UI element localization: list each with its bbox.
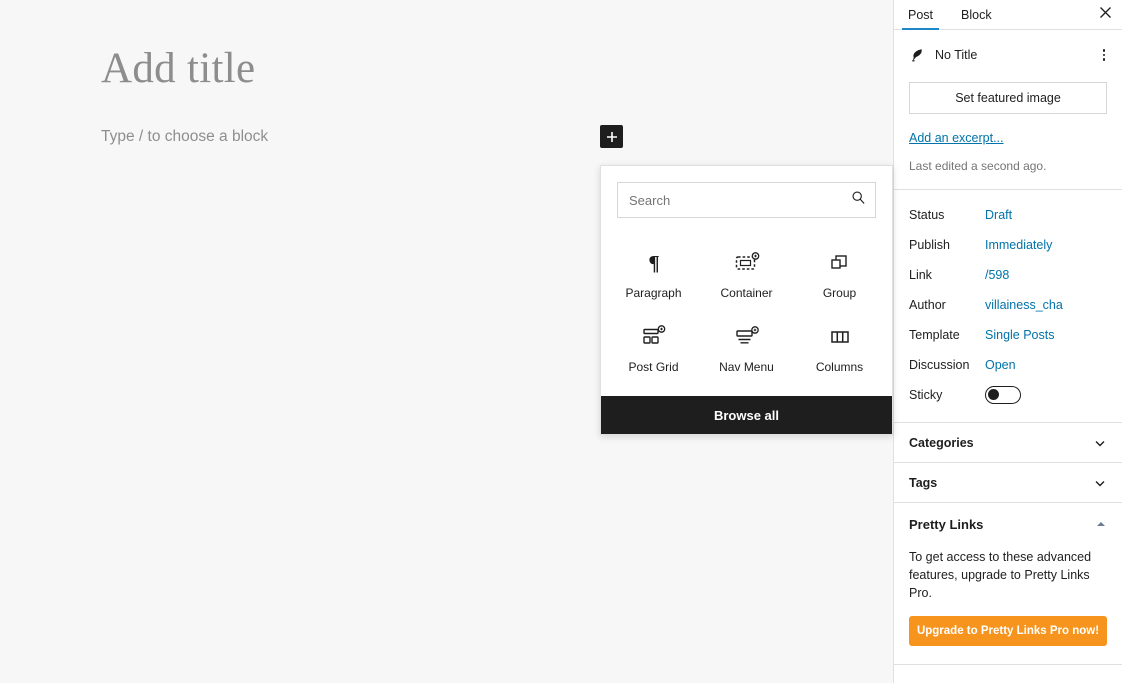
- add-excerpt-link[interactable]: Add an excerpt...: [909, 131, 1004, 145]
- meta-row-discussion: Discussion Open: [909, 350, 1107, 380]
- close-icon: [1099, 6, 1112, 24]
- post-meta-list: Status Draft Publish Immediately Link /5…: [894, 190, 1122, 423]
- block-inserter-button[interactable]: [600, 125, 623, 148]
- tab-post-label: Post: [908, 7, 934, 22]
- upgrade-pretty-links-button[interactable]: Upgrade to Pretty Links Pro now!: [909, 616, 1107, 646]
- tab-block-label: Block: [961, 7, 992, 22]
- panel-title: Tags: [909, 475, 938, 490]
- close-sidebar-button[interactable]: [1088, 0, 1122, 29]
- document-title-row: No Title: [909, 44, 1107, 66]
- editor-root: Add title Type / to choose a block Searc…: [0, 0, 1122, 683]
- block-item-post-grid[interactable]: Post Grid: [607, 310, 700, 382]
- meta-row-template: Template Single Posts: [909, 320, 1107, 350]
- set-featured-image-button[interactable]: Set featured image: [909, 82, 1107, 114]
- block-item-nav-menu[interactable]: Nav Menu: [700, 310, 793, 382]
- meta-label: Publish: [909, 238, 950, 252]
- plus-icon: [605, 130, 619, 144]
- block-item-label: Columns: [815, 360, 864, 374]
- panel-categories[interactable]: Categories: [894, 423, 1122, 463]
- nav-menu-icon: [734, 322, 760, 352]
- block-item-container[interactable]: Container: [700, 236, 793, 308]
- paragraph-pilcrow-icon: ¶: [643, 248, 665, 278]
- chevron-down-icon: [1093, 436, 1107, 450]
- search-input[interactable]: [618, 183, 875, 217]
- panel-tags[interactable]: Tags: [894, 463, 1122, 503]
- chevron-down-icon: [1093, 476, 1107, 490]
- quill-pen-icon: [909, 47, 929, 63]
- group-icon: [829, 248, 851, 278]
- chevron-up-icon: [1095, 517, 1107, 535]
- settings-sidebar: Post Block No Title Set featured image A…: [893, 0, 1122, 683]
- meta-value-template[interactable]: Single Posts: [985, 328, 1054, 342]
- meta-row-publish: Publish Immediately: [909, 230, 1107, 260]
- sticky-toggle[interactable]: [985, 386, 1021, 404]
- meta-value-link[interactable]: /598: [985, 268, 1009, 282]
- block-item-label: Nav Menu: [719, 360, 774, 374]
- tab-post[interactable]: Post: [894, 0, 947, 30]
- meta-label: Author: [909, 298, 946, 312]
- pretty-links-body: To get access to these advanced features…: [909, 550, 1092, 600]
- sidebar-tabs: Post Block: [894, 0, 1122, 30]
- pretty-links-header[interactable]: Pretty Links: [909, 517, 1107, 535]
- meta-value-publish[interactable]: Immediately: [985, 238, 1052, 252]
- meta-row-status: Status Draft: [909, 200, 1107, 230]
- tab-block[interactable]: Block: [947, 0, 1006, 29]
- meta-value-discussion[interactable]: Open: [985, 358, 1016, 372]
- block-inserter-popover: ¶ Paragraph Container: [600, 165, 893, 435]
- meta-label: Discussion: [909, 358, 970, 372]
- block-item-label: Container: [720, 286, 773, 300]
- toggle-knob: [988, 389, 999, 400]
- meta-value-status[interactable]: Draft: [985, 208, 1012, 222]
- meta-label: Template: [909, 328, 960, 342]
- meta-row-link: Link /598: [909, 260, 1107, 290]
- search-field-wrapper: [617, 182, 876, 218]
- ellipsis-vertical-icon[interactable]: [1101, 45, 1108, 65]
- post-title-placeholder[interactable]: Add title: [101, 40, 255, 98]
- block-item-group[interactable]: Group: [793, 236, 886, 308]
- meta-label: Status: [909, 208, 945, 222]
- sidebar-scroll-area: No Title Set featured image Add an excer…: [894, 30, 1122, 683]
- panel-pretty-links: Pretty Links To get access to these adva…: [894, 503, 1122, 665]
- columns-icon: [828, 322, 852, 352]
- svg-text:¶: ¶: [648, 251, 659, 275]
- browse-all-button[interactable]: Browse all: [601, 396, 892, 434]
- meta-label: Link: [909, 268, 932, 282]
- pretty-links-title: Pretty Links: [909, 517, 984, 532]
- meta-row-author: Author villainess_cha: [909, 290, 1107, 320]
- editor-canvas: Add title Type / to choose a block Searc…: [0, 0, 893, 683]
- container-icon: [734, 248, 760, 278]
- block-item-label: Post Grid: [628, 360, 679, 374]
- inserter-search-area: [601, 166, 892, 228]
- block-type-grid: ¶ Paragraph Container Group Post Grid Na…: [601, 228, 892, 396]
- meta-row-sticky: Sticky: [909, 380, 1107, 410]
- document-title: No Title: [935, 48, 978, 62]
- meta-value-author[interactable]: villainess_cha: [985, 298, 1063, 312]
- block-item-label: Group: [822, 286, 857, 300]
- last-edited-text: Last edited a second ago.: [909, 159, 1047, 173]
- block-item-paragraph[interactable]: ¶ Paragraph: [607, 236, 700, 308]
- block-item-label: Paragraph: [625, 286, 682, 300]
- paragraph-block-placeholder[interactable]: Type / to choose a block: [101, 127, 268, 147]
- block-item-columns[interactable]: Columns: [793, 310, 886, 382]
- meta-label: Sticky: [909, 388, 943, 402]
- panel-title: Categories: [909, 435, 974, 450]
- document-summary-section: No Title Set featured image Add an excer…: [894, 30, 1122, 190]
- post-grid-icon: [641, 322, 667, 352]
